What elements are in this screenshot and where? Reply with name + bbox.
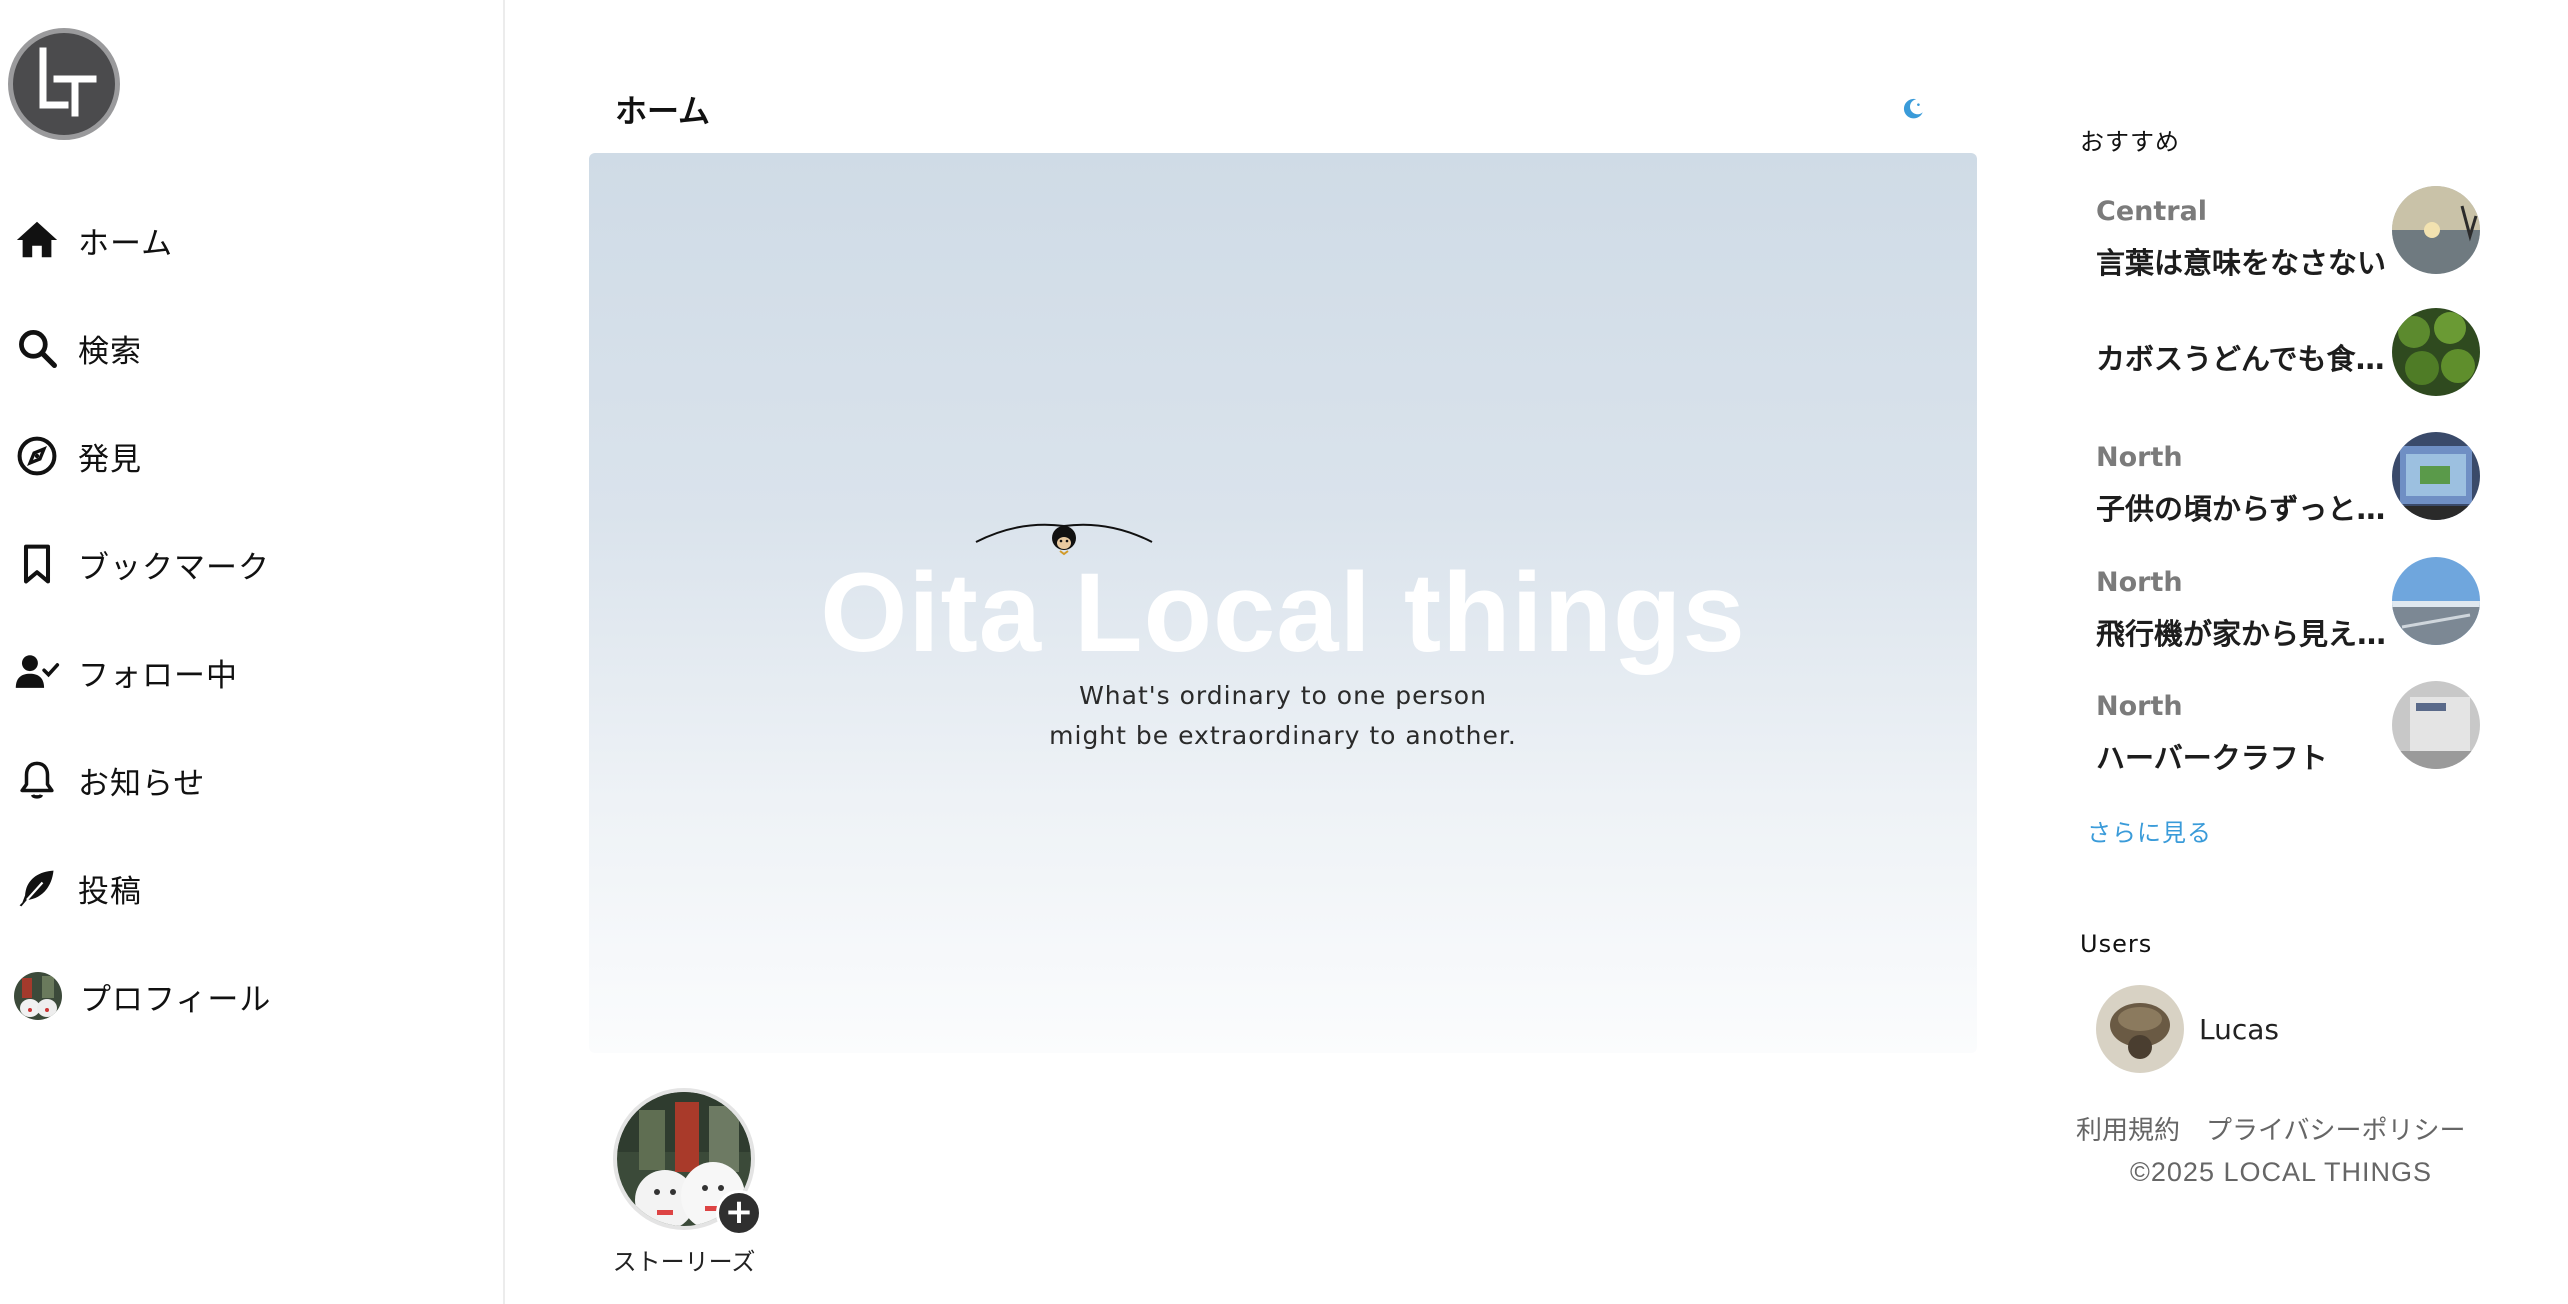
recommend-text: 言葉は意味をなさない bbox=[2096, 246, 2386, 280]
nav-label-bookmark: ブックマーク bbox=[78, 549, 270, 586]
footer-links: 利用規約 プライバシーポリシー bbox=[2076, 1110, 2492, 1147]
recommend-region: North bbox=[2096, 442, 2183, 473]
recommend-item[interactable]: カボスうどんでも食べ… bbox=[2080, 304, 2500, 412]
user-item[interactable]: Lucas bbox=[2096, 985, 2476, 1075]
hero-banner: Oita Local things What's ordinary to one… bbox=[589, 153, 1977, 1053]
left-sidebar: ホーム 検索 発見 ブックマーク フォロー中 お知らせ 投稿 プロフィール bbox=[0, 0, 505, 1304]
privacy-link[interactable]: プライバシーポリシー bbox=[2206, 1116, 2465, 1146]
moon-icon[interactable] bbox=[1900, 96, 1926, 122]
recommend-item[interactable]: North 子供の頃からずっと… bbox=[2080, 428, 2500, 536]
nav-label-post: 投稿 bbox=[78, 873, 142, 910]
lt-logo-icon[interactable] bbox=[8, 28, 120, 140]
recommend-title: おすすめ bbox=[2080, 128, 2180, 156]
search-icon bbox=[14, 325, 60, 371]
copyright: ©2025 LOCAL THINGS bbox=[2130, 1157, 2433, 1187]
hero-title: Oita Local things bbox=[820, 550, 1746, 675]
nav-item-bookmark[interactable]: ブックマーク bbox=[0, 510, 505, 618]
recommend-region: North bbox=[2096, 691, 2183, 722]
bell-icon bbox=[14, 757, 60, 803]
nav-label-home: ホーム bbox=[78, 225, 174, 262]
nav-label-discover: 発見 bbox=[78, 441, 142, 478]
avatar bbox=[2096, 985, 2184, 1073]
recommend-thumbnail bbox=[2392, 186, 2480, 274]
nav-item-discover[interactable]: 発見 bbox=[0, 402, 505, 510]
hero-subtitle-line1: What's ordinary to one person bbox=[1079, 681, 1487, 710]
nav-item-following[interactable]: フォロー中 bbox=[0, 618, 505, 726]
user-check-icon bbox=[14, 649, 60, 695]
add-story-button[interactable]: + bbox=[716, 1190, 762, 1236]
stories-label: ストーリーズ bbox=[612, 1248, 756, 1276]
home-icon bbox=[14, 217, 60, 263]
recommend-item[interactable]: North 飛行機が家から見え… bbox=[2080, 553, 2500, 661]
nav-item-post[interactable]: 投稿 bbox=[0, 834, 505, 942]
nav-label-profile: プロフィール bbox=[80, 981, 272, 1018]
nav-label-following: フォロー中 bbox=[78, 657, 238, 694]
terms-link[interactable]: 利用規約 bbox=[2076, 1116, 2180, 1146]
see-more-link[interactable]: さらに見る bbox=[2087, 813, 2212, 848]
main-nav: ホーム 検索 発見 ブックマーク フォロー中 お知らせ 投稿 プロフィール bbox=[0, 186, 505, 1050]
recommend-text: ハーバークラフト bbox=[2096, 741, 2328, 775]
feather-icon bbox=[14, 865, 60, 911]
page-title: ホーム bbox=[615, 92, 711, 130]
recommend-region: Central bbox=[2096, 196, 2208, 227]
nav-item-search[interactable]: 検索 bbox=[0, 294, 505, 402]
hero-subtitle-line2: might be extraordinary to another. bbox=[1049, 721, 1517, 750]
recommend-thumbnail bbox=[2392, 432, 2480, 520]
recommend-text: カボスうどんでも食べ… bbox=[2096, 342, 2386, 376]
nav-item-notifications[interactable]: お知らせ bbox=[0, 726, 505, 834]
recommend-thumbnail bbox=[2392, 308, 2480, 396]
nav-label-search: 検索 bbox=[78, 333, 142, 370]
users-title: Users bbox=[2080, 930, 2153, 958]
recommend-thumbnail bbox=[2392, 681, 2480, 769]
recommend-region: North bbox=[2096, 567, 2183, 598]
recommend-thumbnail bbox=[2392, 557, 2480, 645]
nav-item-home[interactable]: ホーム bbox=[0, 186, 505, 294]
recommend-text: 子供の頃からずっと… bbox=[2096, 492, 2386, 526]
bookmark-icon bbox=[14, 541, 60, 587]
user-name: Lucas bbox=[2199, 1013, 2279, 1046]
nav-item-profile[interactable]: プロフィール bbox=[0, 942, 505, 1050]
compass-icon bbox=[14, 433, 60, 479]
recommend-item[interactable]: Central 言葉は意味をなさない bbox=[2080, 180, 2500, 288]
avatar bbox=[14, 972, 62, 1020]
recommend-item[interactable]: North ハーバークラフト bbox=[2080, 677, 2500, 785]
recommend-text: 飛行機が家から見え… bbox=[2096, 617, 2386, 651]
nav-label-notifications: お知らせ bbox=[78, 765, 206, 802]
